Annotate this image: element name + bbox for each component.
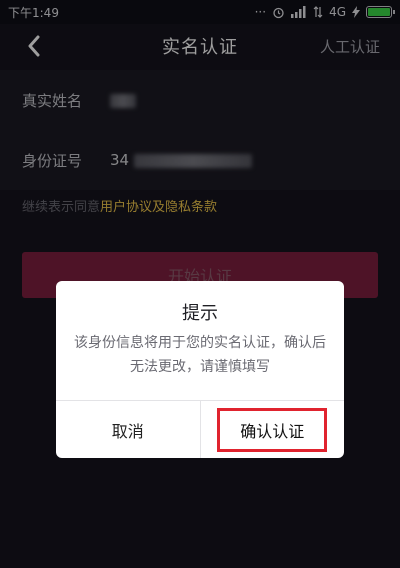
cancel-button[interactable]: 取消 [56,401,201,458]
dialog-message: 该身份信息将用于您的实名认证，确认后无法更改，请谨慎填写 [74,335,326,375]
confirm-button[interactable]: 确认认证 [217,407,328,452]
confirm-dialog: 提示 该身份信息将用于您的实名认证，确认后无法更改，请谨慎填写 取消 确认认证 [56,281,344,458]
confirm-button-wrap[interactable]: 确认认证 [201,401,345,458]
dialog-title: 提示 [182,303,218,324]
dialog-actions: 取消 确认认证 [56,400,344,458]
